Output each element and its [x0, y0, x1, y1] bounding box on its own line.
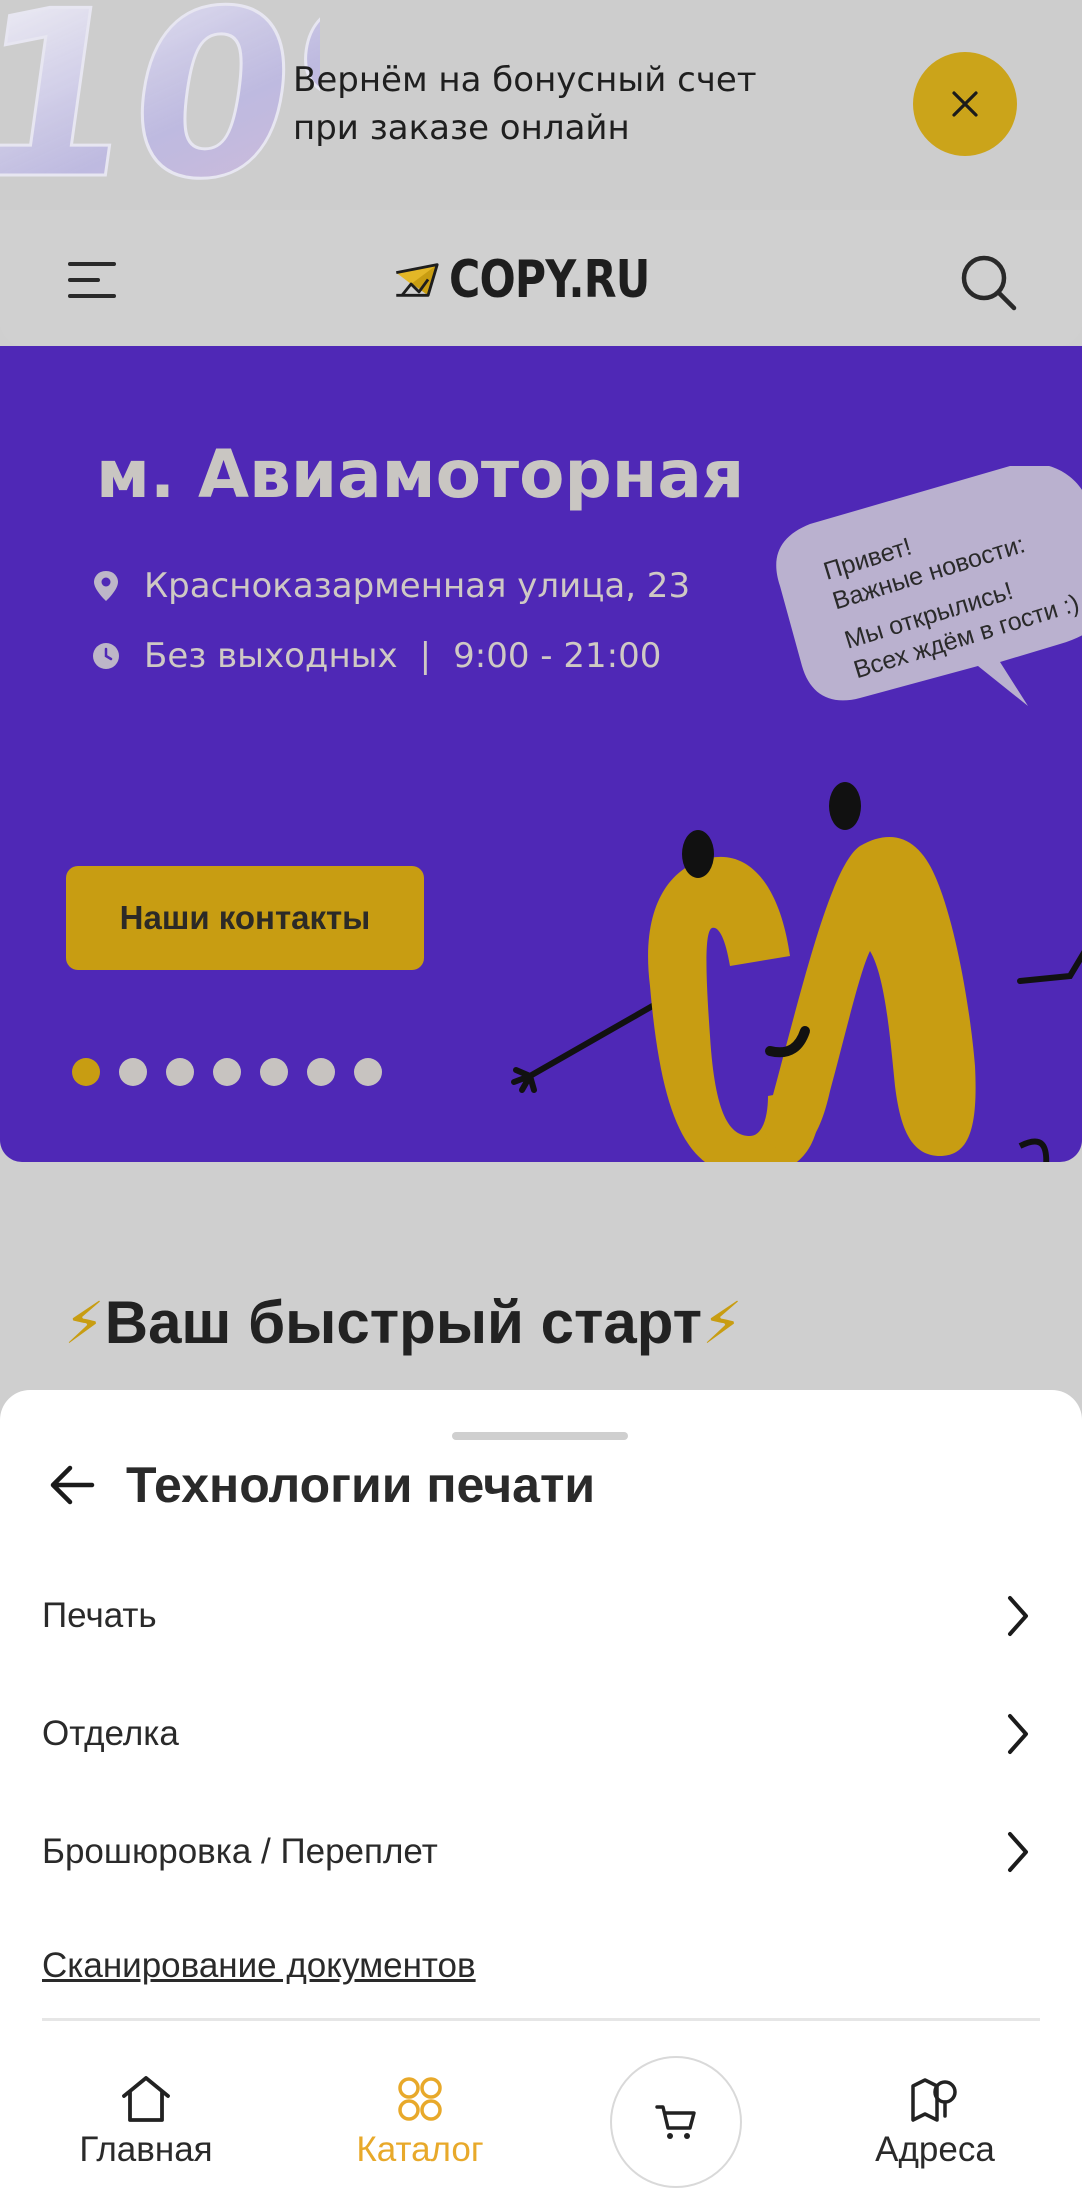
- menu-item-finishing[interactable]: Отделка: [42, 1694, 1032, 1774]
- lightning-icon: ⚡: [64, 1288, 105, 1357]
- site-header: COPY.RU: [0, 210, 1082, 346]
- contacts-button[interactable]: Наши контакты: [66, 866, 424, 970]
- location-pin-icon: [94, 571, 118, 601]
- map-pin-icon: [911, 2078, 957, 2122]
- logo-text: COPY.RU: [449, 250, 650, 310]
- sheet-drag-handle[interactable]: [452, 1432, 628, 1440]
- tab-label: Адреса: [875, 2130, 995, 2169]
- carousel-dot[interactable]: [260, 1058, 288, 1086]
- chevron-right-icon: [1008, 1832, 1028, 1872]
- cart-button[interactable]: [610, 2056, 742, 2188]
- clock-icon: [93, 643, 119, 669]
- ten-percent-art: 10%: [0, 0, 320, 210]
- close-icon: [952, 91, 978, 117]
- quick-start-title: Ваш быстрый старт: [104, 1289, 702, 1356]
- carousel-dot[interactable]: [354, 1058, 382, 1086]
- mascot-illustration: [511, 782, 1082, 1162]
- chevron-right-icon: [1008, 1596, 1028, 1636]
- menu-item-label: Печать: [42, 1596, 157, 1635]
- hours-text: 9:00 - 21:00: [453, 636, 662, 676]
- address-row: Красноказарменная улица, 23: [92, 566, 690, 606]
- menu-item-label: Брошюровка / Переплет: [42, 1832, 438, 1871]
- scanning-documents-link[interactable]: Сканирование документов: [42, 1946, 476, 1986]
- search-icon[interactable]: [954, 248, 1024, 318]
- chevron-right-icon: [1008, 1714, 1028, 1754]
- home-icon: [122, 2076, 170, 2122]
- carousel-dot[interactable]: [166, 1058, 194, 1086]
- tab-catalog[interactable]: Каталог: [300, 2060, 540, 2202]
- back-arrow-icon[interactable]: [46, 1458, 100, 1512]
- tab-addresses[interactable]: Адреса: [815, 2060, 1055, 2202]
- bottom-tab-bar: Главная Каталог Адреса: [0, 2060, 1082, 2202]
- carousel-dot[interactable]: [72, 1058, 100, 1086]
- carousel-dot[interactable]: [307, 1058, 335, 1086]
- carousel-dot[interactable]: [119, 1058, 147, 1086]
- hours-row: Без выходных | 9:00 - 21:00: [92, 636, 661, 676]
- promo-line-1: Вернём на бонусный счет: [293, 60, 757, 100]
- tab-home[interactable]: Главная: [26, 2060, 266, 2202]
- menu-item-binding[interactable]: Брошюровка / Переплет: [42, 1812, 1032, 1892]
- promo-banner[interactable]: 10% Вернём на бонусный счет при заказе о…: [0, 0, 1082, 210]
- divider: [42, 2018, 1040, 2021]
- hours-label: Без выходных: [144, 636, 398, 676]
- catalog-bottom-sheet: Технологии печати Печать Отделка Брошюро…: [0, 1390, 1082, 2080]
- tab-label: Главная: [79, 2130, 213, 2169]
- address-text: Красноказарменная улица, 23: [144, 566, 691, 606]
- percent-art-text: 10%: [0, 0, 320, 210]
- logo[interactable]: COPY.RU: [394, 244, 694, 316]
- promo-close-button[interactable]: [913, 52, 1017, 156]
- hero-carousel-slide[interactable]: м. Авиамоторная Красноказарменная улица,…: [0, 346, 1082, 1162]
- hamburger-icon[interactable]: [64, 252, 120, 308]
- cart-icon: [655, 2105, 696, 2139]
- promo-text: Вернём на бонусный счет при заказе онлай…: [293, 56, 813, 152]
- hours-separator: |: [419, 636, 432, 676]
- lightning-icon: ⚡: [701, 1288, 743, 1357]
- paper-plane-icon: [396, 263, 439, 297]
- promo-line-2: при заказе онлайн: [293, 108, 630, 148]
- sheet-title: Технологии печати: [126, 1457, 596, 1513]
- carousel-dots: [72, 1058, 382, 1086]
- catalog-grid-icon: [398, 2077, 442, 2121]
- carousel-dot[interactable]: [213, 1058, 241, 1086]
- metro-station-title: м. Авиамоторная: [96, 436, 745, 513]
- tab-label: Каталог: [356, 2130, 484, 2169]
- menu-item-print[interactable]: Печать: [42, 1576, 1032, 1656]
- quick-start-heading: ⚡ Ваш быстрый старт ⚡: [64, 1288, 743, 1357]
- menu-item-label: Отделка: [42, 1714, 179, 1753]
